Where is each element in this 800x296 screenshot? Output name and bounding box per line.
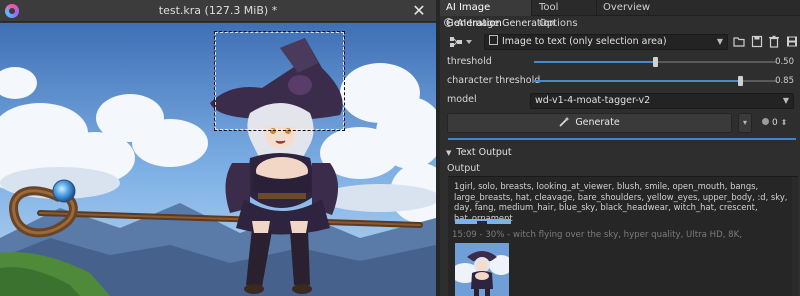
chevron-down-icon: ▼ <box>716 37 723 46</box>
model-select-value: wd-v1-4-moat-tagger-v2 <box>535 95 651 106</box>
workspace-row: Image to text (only selection area) ▼ <box>446 33 798 51</box>
character-threshold-slider-fill <box>534 80 740 82</box>
threshold-slider[interactable] <box>534 57 776 67</box>
collapse-arrow-icon: ▼ <box>446 149 452 157</box>
threshold-slider-fill <box>534 61 655 63</box>
text-output-section-header[interactable]: ▼ Text Output <box>446 146 798 160</box>
workspace-select[interactable]: Image to text (only selection area) ▼ <box>484 34 728 50</box>
history-thumbnail-top <box>455 219 511 224</box>
selection-marquee[interactable] <box>214 31 345 131</box>
canvas-window: test.kra (127.3 MiB) * ✕ <box>0 0 436 296</box>
chevron-down-icon: ▼ <box>782 96 789 105</box>
canvas[interactable] <box>0 23 436 296</box>
threshold-slider-handle[interactable] <box>653 57 658 67</box>
ai-docker-panel: AI Image Generation Tool Options Overvie… <box>440 0 800 296</box>
threshold-slider-row: threshold 0.50 <box>446 55 798 69</box>
model-select[interactable]: wd-v1-4-moat-tagger-v2 ▼ <box>530 93 794 109</box>
history-caption: 15:09 - 30% - witch flying over the sky,… <box>452 230 742 240</box>
workspace-icon <box>450 37 472 47</box>
workspace-switch-button[interactable] <box>448 34 474 50</box>
character-threshold-slider-row: character threshold 0.85 <box>446 74 798 88</box>
character-threshold-value: 0.85 <box>775 76 794 86</box>
trash-icon[interactable] <box>768 35 780 48</box>
generate-label: Generate <box>575 117 620 128</box>
disk-icon[interactable] <box>786 35 798 48</box>
progress-bar <box>448 138 796 140</box>
generate-row: Generate ▾ 0 ⬍ <box>446 113 798 133</box>
output-textbox[interactable]: 1girl, solo, breasts, looking_at_viewer,… <box>448 176 798 296</box>
history-thumbnail-image <box>455 243 509 296</box>
seed-value: 0 <box>772 118 778 128</box>
save-icon[interactable] <box>751 35 763 48</box>
canvas-titlebar: test.kra (127.3 MiB) * ✕ <box>0 0 436 22</box>
folder-icon[interactable] <box>733 35 745 48</box>
generate-button[interactable]: Generate <box>447 113 732 133</box>
tab-overview[interactable]: Overview <box>597 0 650 16</box>
output-label: Output <box>447 163 480 174</box>
tab-ai-image-generation[interactable]: AI Image Generation <box>440 0 532 29</box>
threshold-label: threshold <box>447 56 492 67</box>
spin-arrows-icon: ⬍ <box>780 118 788 127</box>
seed-spinbox[interactable]: 0 ⬍ <box>758 113 798 133</box>
model-row: model wd-v1-4-moat-tagger-v2 ▼ <box>446 92 798 109</box>
workspace-select-value: Image to text (only selection area) <box>502 36 667 47</box>
image-to-text-icon <box>489 35 498 45</box>
ai-icon <box>444 18 453 27</box>
tab-tool-options[interactable]: Tool Options <box>533 0 597 29</box>
character-threshold-slider[interactable] <box>534 76 776 86</box>
history-thumbnail-strip[interactable] <box>455 214 511 224</box>
panel-header-title: AI Image Generation <box>457 18 556 29</box>
generate-options-dropdown[interactable]: ▾ <box>738 113 752 133</box>
text-output-title: Text Output <box>456 147 512 158</box>
threshold-value: 0.50 <box>775 57 794 67</box>
panel-header: AI Image Generation <box>444 17 555 31</box>
character-threshold-slider-handle[interactable] <box>737 76 743 86</box>
model-label: model <box>447 94 477 105</box>
close-icon[interactable]: ✕ <box>410 1 428 21</box>
character-threshold-label: character threshold <box>447 75 541 86</box>
seed-icon <box>762 118 769 125</box>
history-thumbnail[interactable] <box>455 243 509 296</box>
docker-tabs: AI Image Generation Tool Options Overvie… <box>440 0 800 29</box>
magic-wand-icon <box>559 116 570 127</box>
output-scrollbar[interactable] <box>792 177 798 296</box>
document-title: test.kra (127.3 MiB) * <box>158 4 278 17</box>
